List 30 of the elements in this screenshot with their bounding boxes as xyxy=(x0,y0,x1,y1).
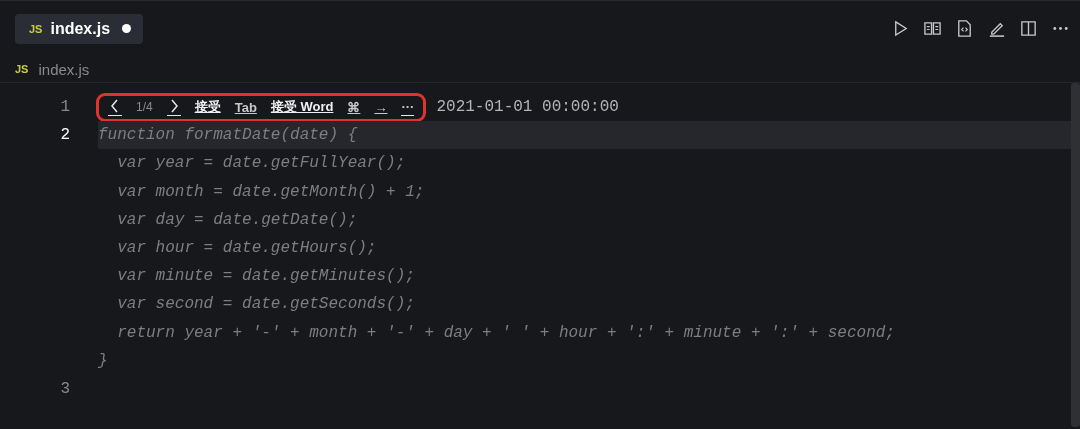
js-file-icon: JS xyxy=(15,63,29,75)
suggested-code-line: return year + '-' + month + '-' + day + ' ' + hour + ':' + minute + ':' + second; xyxy=(116,323,895,342)
suggested-code-line: var day = date.getDate(); xyxy=(116,210,358,229)
js-file-icon: JS xyxy=(29,22,43,35)
more-button[interactable]: ··· xyxy=(401,98,415,116)
shortcut-key: ⌘ xyxy=(347,99,361,115)
shortcut-key: Tab xyxy=(234,99,257,115)
accept-link[interactable]: 接受 xyxy=(194,98,221,117)
shortcut-key: → xyxy=(374,99,388,115)
suggestion-counter: 1/4 xyxy=(136,100,153,115)
accept-link[interactable]: 接受 Word xyxy=(270,98,334,117)
suggested-code-line: var hour = date.getHours(); xyxy=(116,239,377,258)
suggested-code-line: } xyxy=(98,351,108,370)
suggested-code-line: var minute = date.getMinutes(); xyxy=(116,267,415,286)
code-file-icon[interactable] xyxy=(955,19,974,38)
editor-tab[interactable]: JS index.js xyxy=(15,13,144,44)
code-line: 2021-01-01 00:00:00 xyxy=(436,98,619,117)
book-icon[interactable] xyxy=(923,19,942,38)
next-icon[interactable] xyxy=(166,98,181,117)
split-view-icon[interactable] xyxy=(1019,19,1038,38)
suggested-code-line: var second = date.getSeconds(); xyxy=(116,295,415,314)
suggested-code-line: var year = date.getFullYear(); xyxy=(116,154,406,173)
breadcrumb-item[interactable]: index.js xyxy=(38,60,90,78)
line-number: 1 xyxy=(59,98,71,117)
suggested-code-line: function formatDate(date) { xyxy=(98,126,358,145)
line-number: 2 xyxy=(59,126,71,145)
scrollbar[interactable] xyxy=(1071,83,1080,427)
previous-icon[interactable] xyxy=(108,98,122,117)
line-number: 3 xyxy=(59,379,71,398)
suggested-code-line: var month = date.getMonth() + 1; xyxy=(116,182,425,201)
